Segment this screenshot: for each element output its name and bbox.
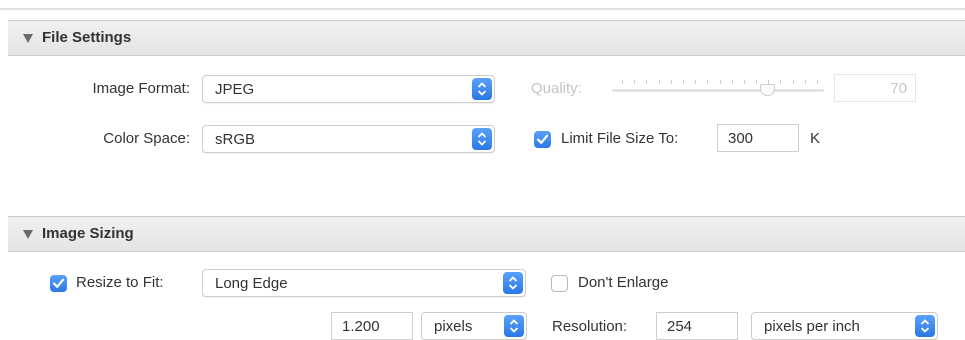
slider-tick	[695, 80, 696, 84]
image-format-value: JPEG	[215, 81, 255, 98]
file-size-unit: K	[810, 130, 821, 147]
resolution-value: 254	[667, 318, 693, 335]
slider-tick	[622, 80, 623, 84]
image-format-label: Image Format:	[92, 80, 190, 97]
disclosure-triangle-icon[interactable]	[23, 230, 33, 239]
checkmark-icon	[52, 278, 65, 288]
size-unit-select[interactable]: pixels	[421, 312, 527, 340]
quality-value: 70	[890, 80, 907, 97]
resolution-input[interactable]: 254	[656, 312, 738, 340]
slider-tick	[805, 80, 806, 84]
slider-tick	[720, 80, 721, 84]
slider-tick	[732, 80, 733, 84]
slider-tick	[659, 80, 660, 84]
up-down-chevron-icon	[472, 78, 492, 100]
limit-file-size-label: Limit File Size To:	[561, 130, 679, 147]
slider-tick	[793, 80, 794, 84]
slider-tick	[683, 80, 684, 84]
slider-tick	[671, 80, 672, 84]
size-value: 1.200	[342, 318, 380, 335]
slider-tick	[707, 80, 708, 84]
resolution-unit-value: pixels per inch	[764, 318, 860, 335]
checkmark-icon	[536, 134, 549, 144]
resolution-unit-select[interactable]: pixels per inch	[751, 312, 938, 340]
top-divider	[0, 8, 965, 10]
color-space-label: Color Space:	[103, 130, 190, 147]
up-down-chevron-icon	[503, 272, 523, 294]
section-title: File Settings	[42, 29, 132, 46]
quality-input[interactable]: 70	[834, 74, 916, 102]
up-down-chevron-icon	[504, 315, 524, 337]
slider-tick	[634, 80, 635, 84]
resolution-label: Resolution:	[552, 318, 628, 335]
resize-mode-value: Long Edge	[215, 275, 288, 292]
size-unit-value: pixels	[434, 318, 473, 335]
section-title: Image Sizing	[42, 225, 134, 242]
up-down-chevron-icon	[915, 315, 935, 337]
resize-to-fit-checkbox[interactable]	[50, 275, 67, 292]
image-sizing-header[interactable]: Image Sizing	[8, 216, 965, 252]
size-input[interactable]: 1.200	[331, 312, 413, 340]
slider-tick	[817, 80, 818, 84]
quality-slider-ticks	[622, 80, 818, 84]
dont-enlarge-label: Don't Enlarge	[578, 274, 669, 291]
quality-slider-track	[612, 89, 824, 92]
dont-enlarge-checkbox[interactable]	[551, 275, 568, 292]
file-size-input[interactable]: 300	[717, 124, 799, 152]
color-space-value: sRGB	[215, 131, 256, 148]
slider-tick	[780, 80, 781, 84]
slider-tick	[646, 80, 647, 84]
slider-tick	[756, 80, 757, 84]
quality-label: Quality:	[531, 80, 582, 97]
up-down-chevron-icon	[472, 128, 492, 150]
disclosure-triangle-icon[interactable]	[23, 34, 33, 43]
color-space-select[interactable]: sRGB	[202, 125, 495, 153]
resize-to-fit-label: Resize to Fit:	[76, 274, 164, 291]
file-settings-header[interactable]: File Settings	[8, 20, 965, 56]
quality-slider-thumb[interactable]	[760, 84, 775, 96]
limit-file-size-checkbox[interactable]	[534, 131, 551, 148]
image-format-select[interactable]: JPEG	[202, 75, 495, 103]
resize-mode-select[interactable]: Long Edge	[202, 269, 526, 297]
file-size-value: 300	[728, 130, 754, 147]
slider-tick	[744, 80, 745, 84]
